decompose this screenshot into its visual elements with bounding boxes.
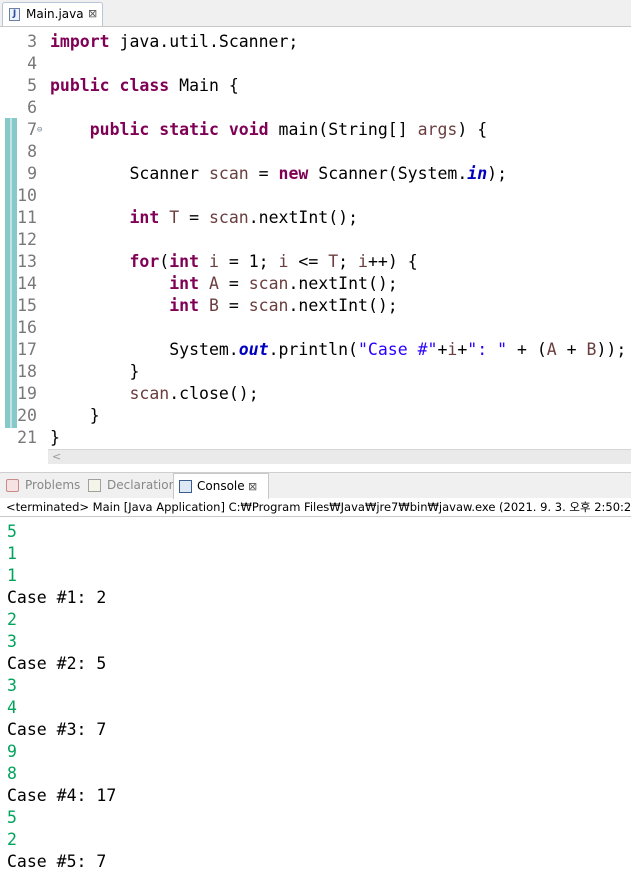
close-icon[interactable]: ⊠ [88, 3, 97, 25]
line-number: 4 [27, 54, 37, 73]
code-text: public class Main { [50, 76, 239, 95]
code-line[interactable]: 4 [0, 53, 631, 75]
code-text: Scanner scan = new Scanner(System.in); [50, 164, 508, 183]
line-number: 12 [17, 230, 37, 249]
line-number: 6 [27, 98, 37, 117]
code-line[interactable]: 8 [0, 141, 631, 163]
line-number: 14 [17, 274, 37, 293]
collapse-icon[interactable]: ⊖ [37, 119, 42, 141]
console-input-line: 2 [7, 830, 17, 849]
code-line[interactable]: 17 System.out.println("Case #"+i+": " + … [0, 339, 631, 361]
code-line[interactable]: 21} [0, 427, 631, 449]
tab-problems-label: Problems [25, 478, 81, 492]
console-input-line: 5 [7, 808, 17, 827]
console-input-line: 1 [7, 566, 17, 585]
code-text: int A = scan.nextInt(); [169, 274, 398, 293]
code-line[interactable]: 11 int T = scan.nextInt(); [0, 207, 631, 229]
console-input-line: 4 [7, 698, 17, 717]
console-output-line: Case #2: 5 [7, 654, 107, 673]
code-line[interactable]: 6 [0, 97, 631, 119]
console-output-line: Case #1: 2 [7, 588, 107, 607]
line-number: 18 [17, 362, 37, 381]
code-line[interactable]: 3 import java.util.Scanner; [0, 31, 631, 53]
line-number: 21 [17, 428, 37, 447]
code-line[interactable]: 20 } [0, 405, 631, 427]
console-output-line: Case #3: 7 [7, 720, 107, 739]
line-number: 8 [27, 142, 37, 161]
editor-tab-label: Main.java [26, 7, 84, 21]
java-file-icon: J [9, 8, 20, 21]
console-input-line: 8 [7, 764, 17, 783]
code-line[interactable]: 13 for(int i = 1; i <= T; i++) { [0, 251, 631, 273]
code-text: } [50, 362, 140, 381]
console-input-line: 9 [7, 742, 17, 761]
code-line[interactable]: 5 public class Main { [0, 75, 631, 97]
code-line[interactable]: 19 scan.close(); [0, 383, 631, 405]
console-input-line: 5 [7, 522, 17, 541]
line-number: 20 [17, 406, 37, 425]
declaration-icon [88, 479, 101, 492]
editor-tab-main-java[interactable]: J Main.java ⊠ [2, 2, 103, 26]
code-line[interactable]: 12 [0, 229, 631, 251]
line-number: 16 [17, 318, 37, 337]
code-line[interactable]: 10 [0, 185, 631, 207]
code-line[interactable]: 16 [0, 317, 631, 339]
console-tab-bar: Problems Declaration Console ⊠ [0, 472, 631, 499]
console-input-line: 2 [7, 610, 17, 629]
code-editor[interactable]: 3 import java.util.Scanner; 4 5 public class… [0, 27, 631, 449]
console-status-line: <terminated> Main [Java Application] C:₩… [6, 500, 631, 514]
scroll-left-icon[interactable]: < [52, 450, 61, 464]
console-input-line: 1 [7, 544, 17, 563]
code-text: for(int i = 1; i <= T; i++) { [129, 252, 418, 271]
console-output-line: Case #4: 17 [7, 786, 117, 805]
code-text: int T = scan.nextInt(); [129, 208, 359, 227]
code-line[interactable]: 15 int B = scan.nextInt(); [0, 295, 631, 317]
line-number: 3 [27, 32, 37, 51]
code-text: scan.close(); [129, 384, 259, 403]
code-text: public static void main(String[] args) { [89, 120, 488, 139]
console-output[interactable]: 5 1 1 Case #1: 2 2 3 Case #2: 5 3 4 Case #3: 7 9 8 C… [0, 517, 631, 870]
line-number: 15 [17, 296, 37, 315]
problems-icon [6, 479, 19, 492]
code-line[interactable]: 9 Scanner scan = new Scanner(System.in); [0, 163, 631, 185]
console-input-line: 3 [7, 632, 17, 651]
line-number: 17 [17, 340, 37, 359]
code-line[interactable]: 7 ⊖ public static void main(String[] args… [0, 119, 631, 141]
code-text: import java.util.Scanner; [50, 32, 299, 51]
editor-horizontal-scrollbar[interactable]: < [48, 449, 631, 464]
line-number: 11 [17, 208, 37, 227]
line-number: 9 [27, 164, 37, 183]
code-line[interactable]: 18 } [0, 361, 631, 383]
console-input-line: 3 [7, 676, 17, 695]
code-text: } [50, 428, 60, 447]
close-icon[interactable]: ⊠ [248, 474, 257, 499]
console-icon [179, 480, 192, 493]
tab-problems[interactable]: Problems [6, 473, 84, 498]
tab-declaration[interactable]: Declaration [88, 473, 176, 498]
tab-console[interactable]: Console ⊠ [173, 473, 269, 499]
code-text: int B = scan.nextInt(); [169, 296, 398, 315]
line-number: 7 [27, 120, 37, 139]
editor-tab-bar: J Main.java ⊠ [0, 0, 631, 27]
console-output-line: Case #5: 7 [7, 852, 107, 870]
tab-declaration-label: Declaration [107, 478, 177, 492]
line-number: 5 [27, 76, 37, 95]
line-number: 19 [17, 384, 37, 403]
line-number: 13 [17, 252, 37, 271]
line-number: 10 [17, 186, 37, 205]
code-line[interactable]: 14 int A = scan.nextInt(); [0, 273, 631, 295]
code-text: } [50, 406, 100, 425]
code-text: System.out.println("Case #"+i+": " + (A … [50, 340, 627, 359]
tab-console-label: Console [197, 479, 245, 493]
